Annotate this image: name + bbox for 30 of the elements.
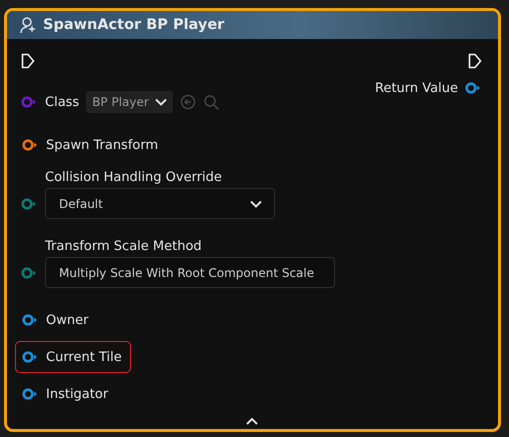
pin-row[interactable]: Owner [15, 304, 98, 336]
enum-dropdown[interactable]: Multiply Scale With Root Component Scale [45, 257, 335, 288]
pin-label: Instigator [46, 386, 108, 402]
pin-icon[interactable] [465, 82, 482, 94]
pin-label: Collision Handling Override [45, 169, 223, 187]
pin-label: Transform Scale Method [45, 238, 203, 256]
pin-label: Class [45, 94, 80, 110]
pin-icon[interactable] [21, 266, 38, 278]
chevron-up-icon [246, 417, 258, 425]
pin-label: Return Value [375, 80, 458, 96]
pin-icon[interactable] [22, 314, 39, 326]
pin-row[interactable]: Current Tile [15, 341, 131, 373]
chevron-down-icon [154, 98, 167, 106]
exec-pin-icon[interactable] [468, 53, 482, 69]
pin-label: Owner [46, 312, 88, 328]
class-dropdown[interactable]: BP Player [86, 91, 173, 113]
pin-icon[interactable] [22, 388, 39, 400]
pin-label: Spawn Transform [46, 138, 158, 152]
pin-icon[interactable] [22, 351, 39, 363]
pin-icon[interactable] [22, 139, 39, 151]
enum-dropdown[interactable]: Default [45, 188, 275, 219]
exec-pin-icon[interactable] [21, 53, 35, 69]
node-title: SpawnActor BP Player [43, 17, 224, 33]
pin-label: Current Tile [46, 350, 122, 364]
pin-row[interactable]: Instigator [15, 378, 118, 410]
chevron-down-icon [250, 200, 262, 208]
pin-icon[interactable] [21, 198, 38, 210]
pin-row[interactable]: Spawn Transform [15, 129, 168, 161]
spawn-icon [19, 16, 37, 34]
node-card[interactable]: SpawnActor BP Player Class BP Player Spawn Transform Collision Handling Override Default Transform Scale Method Multiply Scale With Root Component Scale Owner Current Tile Instigator Return Value [4, 8, 501, 432]
